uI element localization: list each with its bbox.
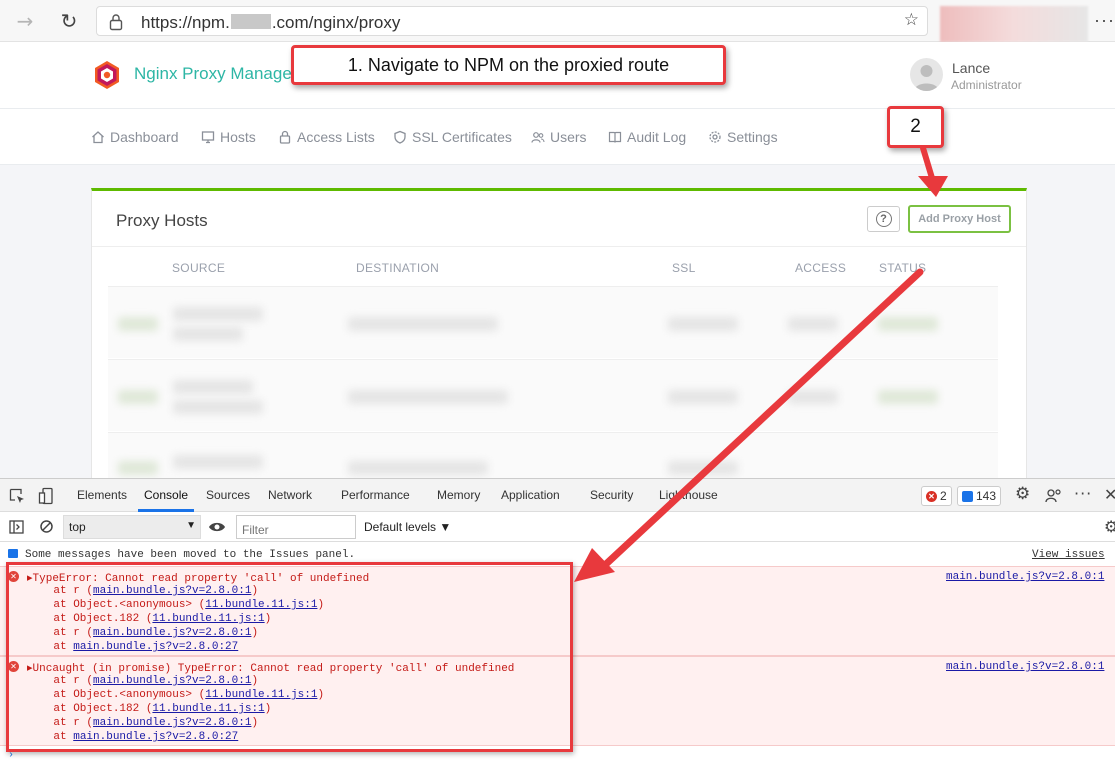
settings-gear-icon[interactable]: ⚙ (1015, 484, 1030, 504)
device-toolbar-icon[interactable] (38, 487, 54, 505)
user-name: Lance (952, 60, 991, 76)
nav-item-audit-log[interactable]: Audit Log (608, 129, 686, 145)
monitor-icon (201, 131, 215, 144)
message-count-badge[interactable]: 143 (957, 486, 1002, 506)
nav-label: Audit Log (627, 129, 687, 145)
add-proxy-host-button[interactable]: Add Proxy Host (908, 205, 1011, 233)
reload-icon[interactable]: ↻ (56, 8, 82, 34)
message-icon (962, 490, 973, 502)
nav-label: Settings (727, 129, 778, 145)
tab-lighthouse[interactable]: Lighthouse (659, 488, 718, 502)
nav-label: Users (550, 129, 587, 145)
tab-performance[interactable]: Performance (341, 488, 410, 502)
user-role: Administrator (951, 78, 1022, 92)
nav-label: Hosts (220, 129, 256, 145)
table-header: SOURCE DESTINATION SSL ACCESS STATUS (92, 246, 1026, 286)
nav-label: SSL Certificates (412, 129, 512, 145)
info-text: Some messages have been moved to the Iss… (25, 549, 356, 561)
column-header[interactable]: SOURCE (172, 261, 225, 275)
nav-item-hosts[interactable]: Hosts (201, 129, 256, 145)
customize-icon[interactable] (1045, 487, 1062, 504)
nav-label: Dashboard (110, 129, 179, 145)
back-arrow-icon[interactable]: → (12, 8, 38, 34)
lock-icon (109, 14, 123, 31)
context-select[interactable]: top ▼ (63, 515, 201, 539)
console-toolbar: top ▼ Default levels ▼ ⚙ (0, 512, 1115, 542)
clear-console-icon[interactable] (39, 519, 54, 534)
nav-label: Access Lists (297, 129, 375, 145)
address-bar[interactable]: https://npm. .com/nginx/proxy ☆ (96, 6, 928, 36)
proxy-hosts-card: Proxy Hosts ? Add Proxy Host SOURCE DEST… (91, 188, 1027, 481)
devtools-tabbar: Elements Console Sources Network Perform… (0, 479, 1115, 512)
nav-item-dashboard[interactable]: Dashboard (91, 129, 179, 145)
browser-toolbar: → ↻ https://npm. .com/nginx/proxy ☆ ··· (0, 0, 1115, 42)
eye-icon[interactable] (208, 521, 226, 533)
error-source-link[interactable]: main.bundle.js?v=2.8.0:1 (946, 571, 1104, 583)
tab-memory[interactable]: Memory (437, 488, 480, 502)
add-favorite-icon[interactable]: ☆ (904, 10, 919, 30)
redacted-block (230, 14, 271, 29)
table-row[interactable] (108, 432, 998, 481)
gear-icon (709, 131, 721, 143)
home-icon (92, 131, 104, 144)
inspect-element-icon[interactable] (9, 488, 25, 504)
column-header[interactable]: SSL (672, 261, 696, 275)
help-button[interactable]: ? (867, 206, 900, 232)
tab-application[interactable]: Application (501, 488, 560, 502)
sidebar-toggle-icon[interactable] (9, 520, 24, 534)
nav-item-ssl-certificates[interactable]: SSL Certificates (393, 129, 512, 145)
console-settings-icon[interactable]: ⚙ (1104, 517, 1115, 536)
book-icon (608, 131, 622, 143)
error-count-badge[interactable]: ✕ 2 (921, 486, 952, 506)
users-icon (531, 132, 545, 143)
nav-item-settings[interactable]: Settings (708, 129, 778, 145)
context-value: top (69, 520, 86, 534)
tab-security[interactable]: Security (590, 488, 633, 502)
url-text: https://npm. .com/nginx/proxy (141, 13, 401, 32)
avatar[interactable] (910, 58, 943, 91)
npm-logo-icon[interactable] (93, 60, 121, 90)
tab-sources[interactable]: Sources (206, 488, 250, 502)
info-icon (8, 549, 18, 558)
question-icon: ? (875, 211, 892, 227)
more-options-icon[interactable]: ··· (1074, 484, 1092, 503)
log-levels-dropdown[interactable]: Default levels ▼ (364, 520, 451, 534)
annotation-step-2: 2 (887, 106, 944, 148)
column-header[interactable]: DESTINATION (356, 261, 439, 275)
browser-menu-icon[interactable]: ··· (1094, 10, 1115, 31)
blurred-profile-area (940, 6, 1088, 42)
view-issues-link[interactable]: View issues (1032, 549, 1105, 561)
dropdown-arrow-icon: ▼ (186, 520, 196, 531)
column-header[interactable]: STATUS (879, 261, 926, 275)
nav-item-users[interactable]: Users (531, 129, 587, 145)
table-row[interactable] (108, 286, 998, 358)
table-row[interactable] (108, 359, 998, 431)
tab-console[interactable]: Console (144, 488, 188, 502)
error-highlight-box (6, 562, 573, 752)
error-count: 2 (940, 489, 947, 503)
lock-icon (279, 130, 291, 144)
brand-name[interactable]: Nginx Proxy Manager (134, 64, 297, 84)
nav-item-access-lists[interactable]: Access Lists (278, 129, 375, 145)
error-icon: ✕ (926, 490, 937, 502)
error-source-link[interactable]: main.bundle.js?v=2.8.0:1 (946, 661, 1104, 673)
annotation-step-1: 1. Navigate to NPM on the proxied route (291, 45, 726, 85)
tab-elements[interactable]: Elements (77, 488, 127, 502)
filter-input[interactable] (236, 515, 356, 539)
card-title: Proxy Hosts (116, 211, 208, 230)
tab-network[interactable]: Network (268, 488, 312, 502)
main-nav: Dashboard Hosts Access Lists SSL Certifi… (0, 110, 1115, 165)
close-icon[interactable]: ✕ (1104, 485, 1115, 504)
message-count: 143 (976, 489, 997, 503)
shield-icon (394, 130, 406, 144)
column-header[interactable]: ACCESS (795, 261, 846, 275)
